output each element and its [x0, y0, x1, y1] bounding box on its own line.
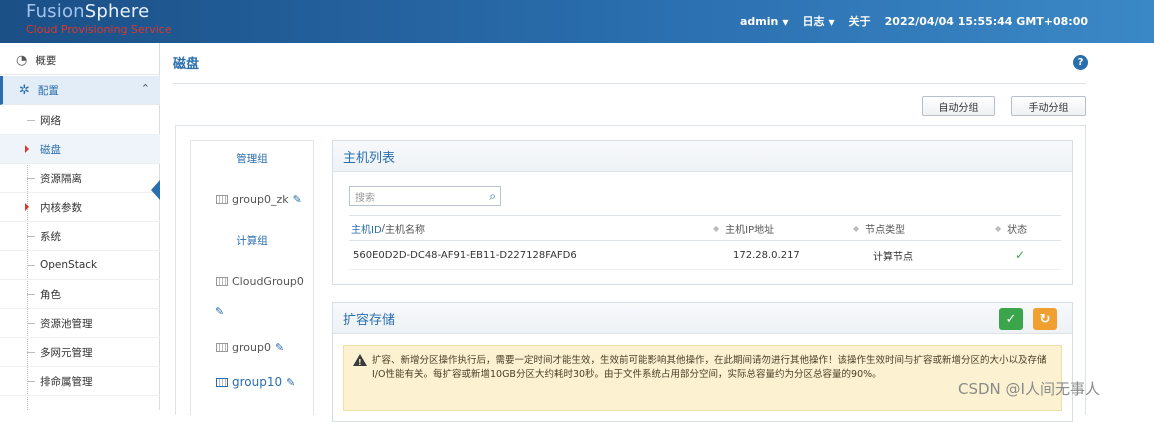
group-item[interactable]: group0_zk ✎	[216, 193, 302, 206]
sidebar-item-multi-ne[interactable]: 多网元管理	[0, 338, 160, 367]
table-header: 主机ID / 主机名称 ◆ 主机IP地址 ◆ 节点类型 ◆ 状态	[349, 215, 1061, 241]
sort-icon: ◆	[995, 223, 1002, 233]
host-list-panel: 主机列表 搜索 ⌕ 主机ID / 主机名称 ◆ 主机IP地址 ◆ 节点类型 ◆ 状态 …	[332, 140, 1073, 285]
warning-icon	[353, 354, 367, 370]
search-input[interactable]: 搜索 ⌕	[349, 186, 501, 206]
server-icon	[216, 377, 228, 387]
page-title: 磁盘	[173, 57, 200, 72]
sort-icon: ◆	[853, 223, 860, 233]
help-icon[interactable]: ?	[1073, 55, 1088, 70]
col-host-id-name[interactable]: 主机ID / 主机名称	[351, 216, 425, 240]
top-header: FusionSphere Cloud Provisioning Service …	[0, 0, 1154, 43]
sidebar-item-openstack[interactable]: OpenStack	[0, 251, 160, 280]
cell-host-id: 560E0D2D-DC48-AF91-EB11-D227128FAFD6	[353, 249, 577, 261]
watermark: CSDN @I人间无事人	[958, 380, 1100, 398]
col-status[interactable]: ◆ 状态	[995, 216, 1027, 240]
check-icon: ✓	[1015, 248, 1026, 262]
brand-subtitle: Cloud Provisioning Service	[26, 23, 172, 36]
cell-ip: 172.28.0.217	[733, 249, 800, 261]
col-node-type[interactable]: ◆ 节点类型	[853, 216, 905, 240]
sidebar-item-network[interactable]: 网络	[0, 106, 160, 135]
group-item[interactable]: group10 ✎	[216, 375, 295, 389]
expand-storage-panel: 扩容存储 ✓ ↻ 扩容、新增分区操作执行后，需要一定时间才能生效，生效前可能影响…	[332, 302, 1073, 422]
user-menu[interactable]: admin ▼	[740, 15, 789, 28]
cell-status: ✓	[1015, 241, 1025, 269]
group-item[interactable]: group0 ✎	[216, 341, 284, 354]
chevron-down-icon: ▼	[828, 18, 835, 27]
table-row[interactable]: 560E0D2D-DC48-AF91-EB11-D227128FAFD6 172…	[349, 241, 1061, 270]
sidebar: ◔ 概要 ✲ 配置 ⌃ 网络 磁盘 资源隔离 内核参数 系统 OpenStack…	[0, 43, 160, 410]
header-datetime: 2022/04/04 15:55:44 GMT+08:00	[884, 14, 1088, 28]
sort-icon: ◆	[713, 223, 720, 233]
chevron-up-icon: ⌃	[140, 82, 150, 95]
edit-icon[interactable]: ✎	[275, 341, 284, 354]
edit-icon[interactable]: ✎	[293, 193, 302, 206]
expand-storage-title: 扩容存储	[333, 303, 1072, 334]
server-icon	[216, 195, 228, 204]
dashboard-icon: ◔	[16, 52, 28, 68]
cell-node-type: 计算节点	[873, 251, 913, 263]
server-icon	[216, 277, 228, 286]
host-list-title: 主机列表	[333, 141, 1072, 172]
group-item[interactable]: CloudGroup0	[216, 275, 304, 288]
manual-group-button[interactable]: 手动分组	[1011, 96, 1086, 116]
sidebar-item-overview[interactable]: ◔ 概要	[0, 46, 160, 75]
gear-icon: ✲	[19, 82, 30, 98]
title-divider	[173, 83, 1086, 84]
sidebar-item-disk[interactable]: 磁盘	[0, 135, 160, 164]
log-menu[interactable]: 日志 ▼	[802, 13, 834, 29]
content-box: 管理组 group0_zk ✎ 计算组 CloudGroup0 ✎ group0…	[175, 125, 1086, 422]
warning-message: 扩容、新增分区操作执行后，需要一定时间才能生效，生效前可能影响其他操作，在此期间…	[343, 345, 1062, 411]
confirm-check-button[interactable]: ✓	[999, 308, 1023, 330]
sidebar-item-resource-pool[interactable]: 资源池管理	[0, 309, 160, 338]
mgmt-group-heading: 管理组	[236, 153, 268, 165]
col-ip[interactable]: ◆ 主机IP地址	[713, 216, 774, 240]
edit-icon-cloudgroup0[interactable]: ✎	[215, 305, 224, 318]
group-list: 管理组 group0_zk ✎ 计算组 CloudGroup0 ✎ group0…	[190, 140, 314, 415]
brand-logo: FusionSphere	[26, 1, 150, 22]
auto-group-button[interactable]: 自动分组	[922, 96, 995, 116]
main-content: 磁盘 ? 自动分组 手动分组 管理组 group0_zk ✎ 计算组 Cloud…	[160, 43, 1154, 422]
about-link[interactable]: 关于	[849, 13, 871, 29]
chevron-down-icon: ▼	[782, 17, 789, 27]
sidebar-item-system[interactable]: 系统	[0, 222, 160, 251]
server-icon	[216, 343, 228, 352]
refresh-button[interactable]: ↻	[1033, 308, 1057, 330]
sidebar-item-kernel-params[interactable]: 内核参数	[0, 193, 160, 222]
sidebar-item-role[interactable]: 角色	[0, 280, 160, 309]
active-indicator	[151, 180, 160, 200]
compute-group-heading: 计算组	[236, 235, 268, 247]
edit-icon[interactable]: ✎	[286, 376, 295, 389]
header-menu: admin ▼ 日志 ▼ 关于 2022/04/04 15:55:44 GMT+08…	[740, 13, 1088, 29]
search-icon[interactable]: ⌕	[489, 189, 496, 204]
sidebar-item-config[interactable]: ✲ 配置 ⌃	[0, 76, 160, 105]
sidebar-item-misc[interactable]: 排命属管理	[0, 367, 160, 396]
sidebar-item-resource-isolation[interactable]: 资源隔离	[0, 164, 160, 193]
